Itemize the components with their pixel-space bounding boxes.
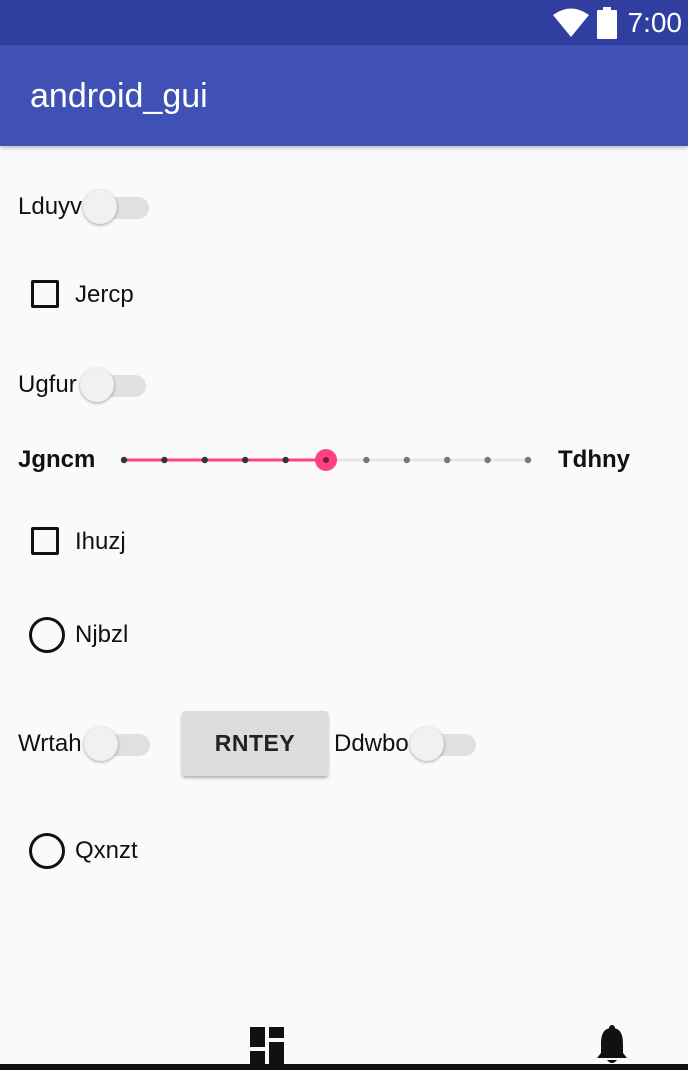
radio-label-qxnzt[interactable]: Qxnzt [75,836,138,866]
app-title: android_gui [30,77,208,115]
switch-thumb [83,190,117,224]
switch-lduyv[interactable] [83,187,153,227]
bottom-edge [0,1064,688,1070]
switch-label-ddwbo: Ddwbo [334,730,409,757]
switch-ddwbo[interactable] [410,724,480,764]
notifications-icon[interactable] [596,1025,628,1064]
switch-thumb [80,368,114,402]
switch-ugfur[interactable] [80,365,150,405]
seekbar-tick [120,456,128,464]
seekbar-tick [161,456,168,464]
switch-thumb [84,727,118,761]
seekbar-tick [403,456,410,464]
seekbar-tick [201,456,208,464]
dashboard-icon[interactable] [250,1027,284,1064]
checkbox-label-jercp[interactable]: Jercp [75,280,134,310]
status-bar: 7:00 [0,0,688,45]
seekbar-thumb-center [323,457,329,463]
battery-icon [597,7,617,39]
status-time: 7:00 [627,7,683,38]
wifi-icon [553,8,589,37]
seekbar-tick [524,456,532,464]
app-bar: android_gui [0,45,688,146]
switch-label-wrtah: Wrtah [18,730,82,757]
switch-label-lduyv: Lduyv [18,193,83,220]
radio-label-njbzl[interactable]: Njbzl [75,620,128,650]
radio-qxnzt[interactable] [29,833,65,869]
rntey-button[interactable]: RNTEY [182,711,328,776]
checkbox-jercp[interactable] [31,280,59,308]
checkbox-ihuzj[interactable] [31,527,59,555]
seekbar-right-label: Tdhny [558,446,630,473]
seekbar-tick [484,456,491,464]
seekbar-tick [363,456,370,464]
seekbar-tick [242,456,249,464]
switch-thumb [410,727,444,761]
seekbar-tick [444,456,451,464]
seekbar-tick [282,456,289,464]
checkbox-label-ihuzj[interactable]: Ihuzj [75,527,126,557]
radio-njbzl[interactable] [29,617,65,653]
seekbar[interactable] [118,440,538,480]
seekbar-left-label: Jgncm [18,446,96,473]
switch-wrtah[interactable] [84,724,154,764]
switch-label-ugfur: Ugfur [18,371,77,398]
